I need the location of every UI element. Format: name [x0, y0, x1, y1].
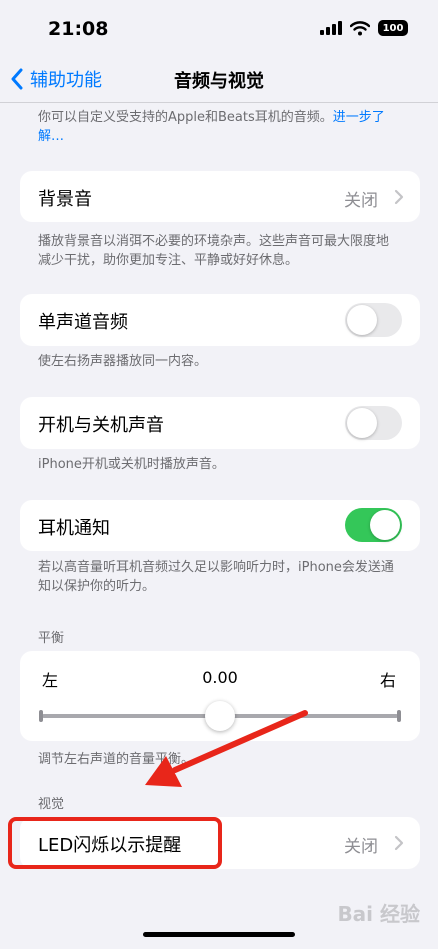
annotation-arrow-icon: [145, 710, 308, 787]
home-indicator[interactable]: [143, 932, 295, 937]
watermark-logo: Bai 经验: [337, 902, 420, 926]
